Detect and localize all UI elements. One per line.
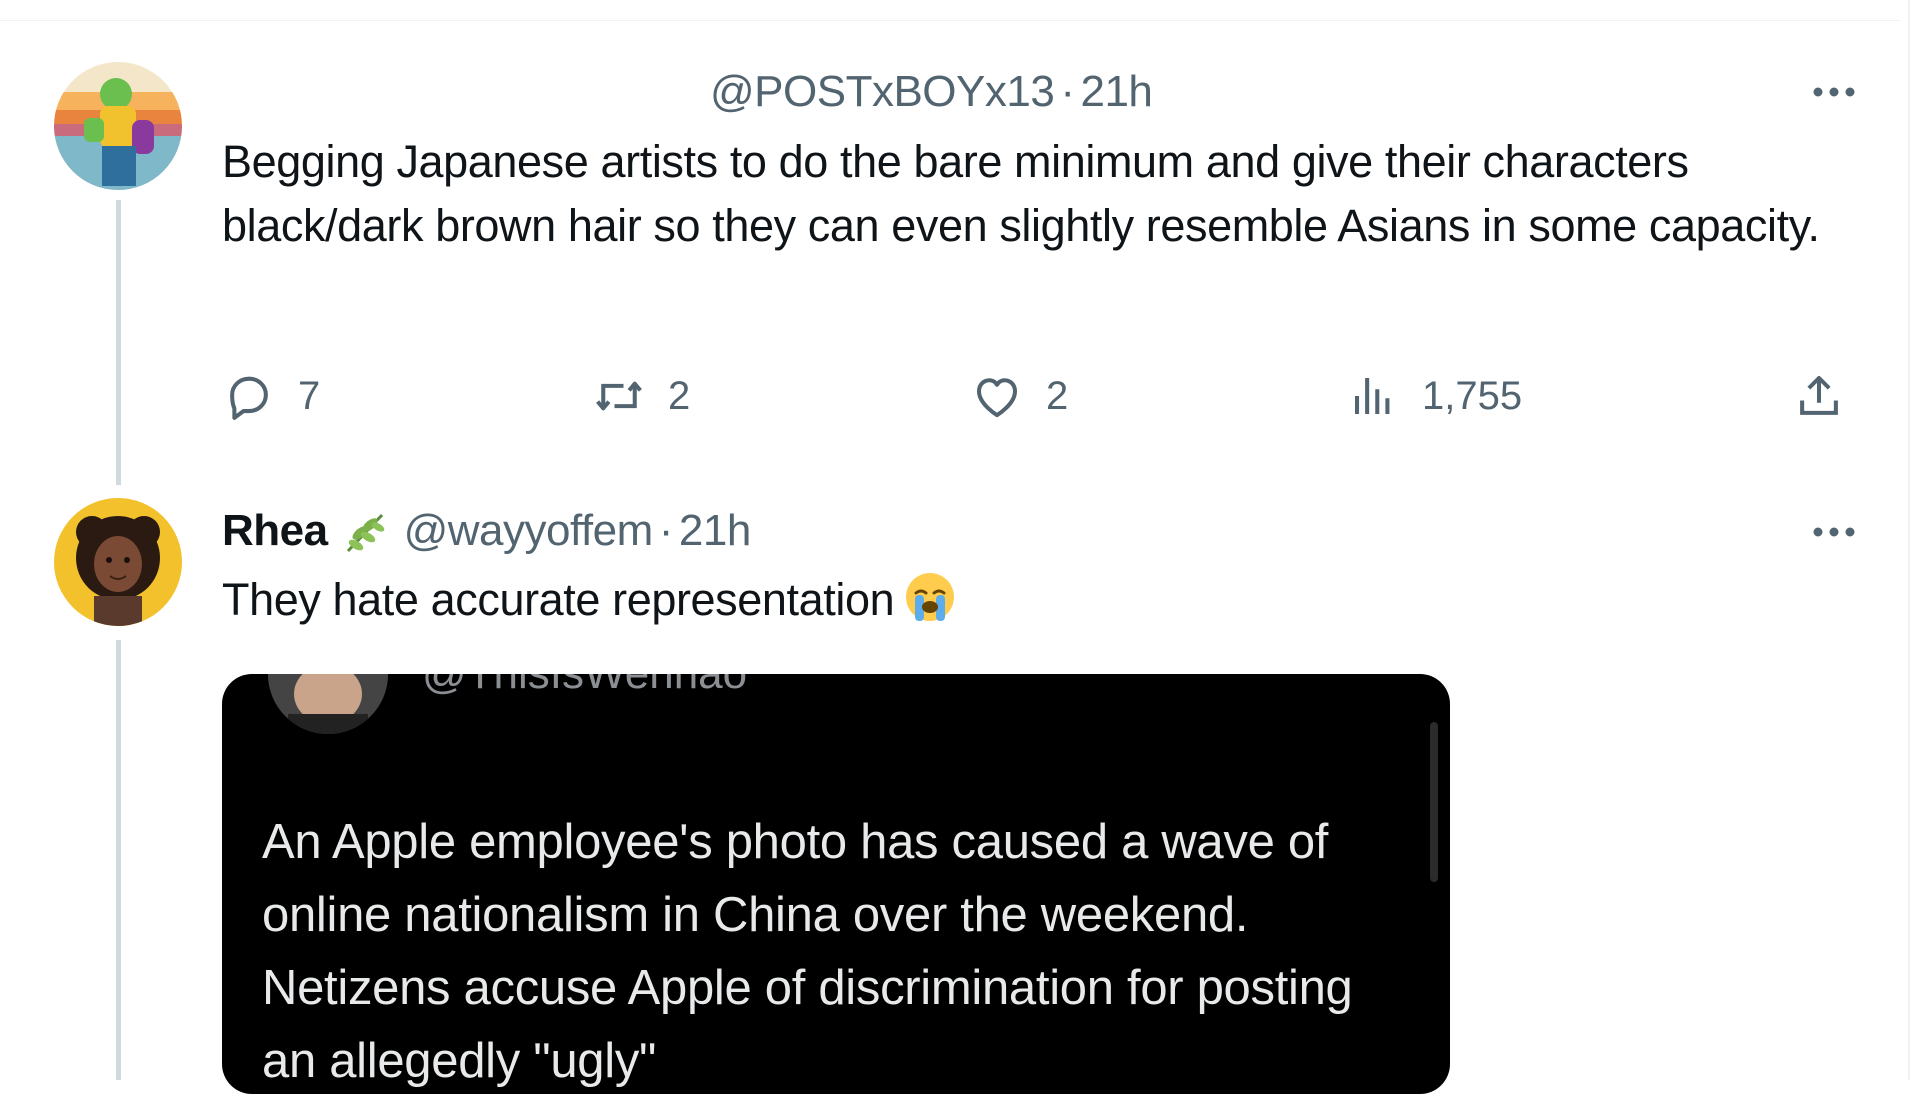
separator-dot: · — [658, 506, 674, 555]
like-count: 2 — [1046, 373, 1069, 418]
top-divider — [0, 20, 1900, 21]
heart-icon — [976, 378, 1018, 418]
quote-scrollbar[interactable] — [1430, 722, 1438, 882]
display-name[interactable]: Rhea — [222, 506, 328, 555]
tweet-text-container: They hate accurate representation — [222, 568, 1872, 632]
tweet-thread: @POSTxBOYx13 · 21h Begging Japanese artist… — [0, 0, 1920, 1094]
quoted-handle: @ThisIsWenhao — [422, 674, 747, 700]
column-border — [1908, 0, 1910, 1080]
views-count: 1,755 — [1422, 373, 1523, 418]
loudly-crying-face-icon — [902, 569, 958, 625]
more-dots-icon — [1813, 87, 1855, 97]
tweet-header: @POSTxBOYx13 · 21h — [710, 66, 1153, 118]
reply-count: 7 — [298, 373, 321, 418]
thread-connector-line — [116, 200, 121, 485]
avatar[interactable] — [54, 62, 182, 190]
thread-connector-line — [116, 640, 121, 1080]
views-bar-chart-icon — [1355, 378, 1390, 414]
tweet-text: They hate accurate representation — [222, 574, 895, 625]
quoted-text: An Apple employee's photo has caused a w… — [262, 815, 1353, 1088]
reply-button[interactable]: 7 — [222, 370, 320, 422]
timestamp[interactable]: 21h — [679, 506, 751, 555]
more-options-button[interactable] — [1804, 72, 1864, 112]
reply-icon — [230, 376, 268, 420]
user-handle[interactable]: @wayyoffem — [404, 506, 654, 555]
more-options-button[interactable] — [1804, 512, 1864, 552]
tweet-text: Begging Japanese artists to do the bare … — [222, 136, 1820, 251]
quoted-media-card[interactable]: @ThisIsWenhao An Apple employee's photo … — [222, 674, 1450, 1094]
views-button[interactable]: 1,755 — [1346, 370, 1522, 422]
share-icon — [1800, 375, 1838, 415]
timestamp[interactable]: 21h — [1080, 67, 1152, 116]
tweet-header: Rhea @wayyoffem · 21h — [222, 505, 751, 557]
like-button[interactable]: 2 — [970, 370, 1068, 422]
plant-sprig-icon — [338, 505, 394, 557]
retweet-count: 2 — [668, 373, 691, 418]
quoted-avatar — [268, 674, 388, 734]
retweet-icon — [596, 381, 642, 411]
more-dots-icon — [1813, 527, 1855, 537]
user-handle[interactable]: @POSTxBOYx13 — [710, 67, 1055, 116]
share-button[interactable] — [1792, 370, 1846, 422]
avatar[interactable] — [54, 498, 182, 626]
retweet-button[interactable]: 2 — [592, 370, 690, 422]
separator-dot: · — [1060, 67, 1075, 116]
